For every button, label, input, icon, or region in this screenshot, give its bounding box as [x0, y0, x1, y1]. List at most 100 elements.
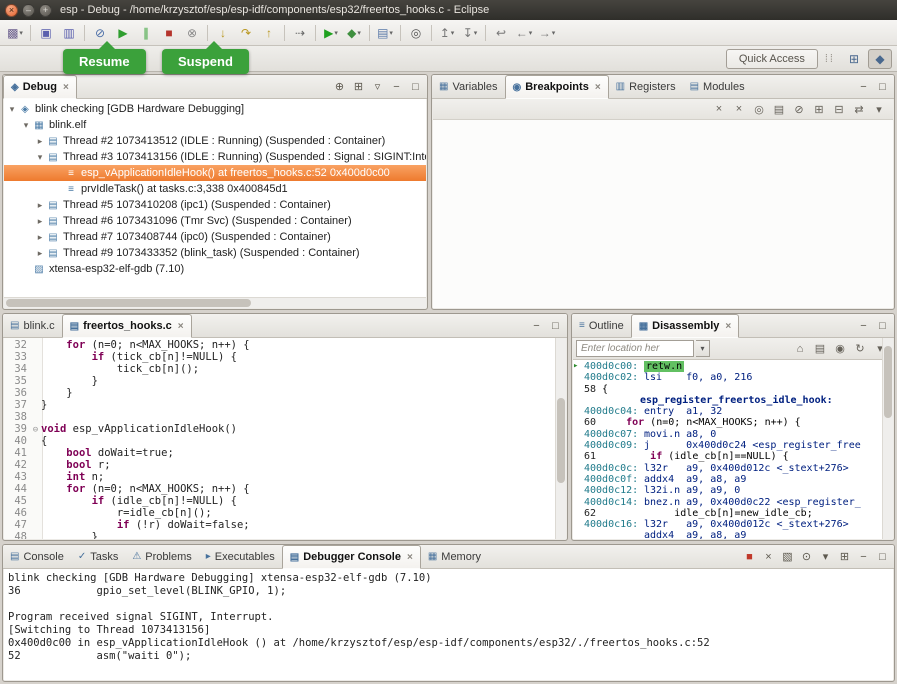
- disassembly-line[interactable]: esp_register_freertos_idle_hook:: [573, 395, 893, 406]
- scrollbar-thumb[interactable]: [6, 299, 251, 307]
- open-console-icon[interactable]: ⊞: [835, 547, 854, 566]
- disassembly-line[interactable]: 62 idle_cb[n]=new_idle_cb;: [573, 508, 893, 519]
- view-tab[interactable]: ▤ Console: [3, 545, 71, 568]
- open-perspective-button[interactable]: ⊞: [842, 49, 866, 69]
- previous-annotation-button[interactable]: ↥▾: [436, 22, 458, 44]
- view-tab[interactable]: ▤ Debugger Console ×: [282, 545, 421, 569]
- debug-tree-item[interactable]: ▨ xtensa-esp32-elf-gdb (7.10): [4, 261, 426, 277]
- close-icon[interactable]: ×: [63, 82, 69, 93]
- close-button[interactable]: ×: [5, 4, 18, 17]
- goto-file-for-breakpoint-icon[interactable]: ▤: [769, 100, 789, 118]
- code-line[interactable]: 46 r=idle_cb[n]();: [4, 507, 566, 519]
- new-wizard-button[interactable]: ▩▾: [4, 22, 26, 44]
- code-line[interactable]: 33 if (tick_cb[n]!=NULL) {: [4, 351, 566, 363]
- minimize-button[interactable]: –: [22, 4, 35, 17]
- link-with-debug-view-icon[interactable]: ⇄: [849, 100, 869, 118]
- quick-access-button[interactable]: Quick Access: [726, 49, 818, 69]
- view-tab[interactable]: ≡ Outline: [572, 314, 631, 337]
- code-line[interactable]: 37}: [4, 399, 566, 411]
- expand-arrow-icon[interactable]: ▾: [6, 104, 18, 115]
- debug-tree-item[interactable]: ▸ ▤ Thread #9 1073433352 (blink_task) (S…: [4, 245, 426, 261]
- display-selected-console-icon[interactable]: ▾: [816, 547, 835, 566]
- view-tab[interactable]: ⚠ Problems: [125, 545, 198, 568]
- step-return-button[interactable]: ↑: [258, 22, 280, 44]
- view-tab[interactable]: ◉ Breakpoints ×: [505, 75, 609, 99]
- disassembly-line[interactable]: addx4 a9, a8, a9: [573, 530, 893, 539]
- code-line[interactable]: 36 }: [4, 387, 566, 399]
- search-button[interactable]: ◎: [405, 22, 427, 44]
- disassembly-line[interactable]: 400d0c02:lsi f0, a0, 216: [573, 372, 893, 383]
- maximize-icon[interactable]: □: [873, 77, 892, 96]
- expand-arrow-icon[interactable]: ▸: [34, 248, 46, 259]
- maximize-icon[interactable]: □: [546, 316, 565, 335]
- disconnect-button[interactable]: ⊗: [181, 22, 203, 44]
- maximize-button[interactable]: +: [39, 4, 52, 17]
- disassembly-line[interactable]: 61 if (idle_cb[n]==NULL) {: [573, 451, 893, 462]
- editor-body[interactable]: 32 for (n=0; n<MAX_HOOKS; n++) {33 if (t…: [4, 338, 566, 539]
- editor-tab[interactable]: ▤ freertos_hooks.c ×: [62, 314, 192, 338]
- code-line[interactable]: 44 for (n=0; n<MAX_HOOKS; n++) {: [4, 483, 566, 495]
- expand-arrow-icon[interactable]: ▸: [34, 200, 46, 211]
- maximize-icon[interactable]: □: [873, 547, 892, 566]
- instruction-stepping-button[interactable]: ⇢: [289, 22, 311, 44]
- expand-all-icon[interactable]: ⊞: [809, 100, 829, 118]
- close-icon[interactable]: ×: [595, 82, 601, 93]
- run-button[interactable]: ▶▾: [320, 22, 342, 44]
- remove-all-breakpoints-icon[interactable]: ×: [729, 100, 749, 118]
- code-area[interactable]: 32 for (n=0; n<MAX_HOOKS; n++) {33 if (t…: [4, 338, 566, 539]
- minimize-icon[interactable]: −: [387, 77, 406, 96]
- next-annotation-button[interactable]: ↧▾: [459, 22, 481, 44]
- minimize-icon[interactable]: −: [854, 316, 873, 335]
- debug-button[interactable]: ◆▾: [343, 22, 365, 44]
- new-c-project-button[interactable]: ▤▾: [374, 22, 396, 44]
- code-line[interactable]: 47 if (!r) doWait=false;: [4, 519, 566, 531]
- debug-tree-item[interactable]: ▸ ▤ Thread #6 1073431096 (Tmr Svc) (Susp…: [4, 213, 426, 229]
- code-line[interactable]: 32 for (n=0; n<MAX_HOOKS; n++) {: [4, 339, 566, 351]
- view-tab[interactable]: ▦ Disassembly ×: [631, 314, 740, 338]
- expand-arrow-icon[interactable]: ▾: [20, 120, 32, 131]
- disassembly-line[interactable]: 400d0c16:l32r a9, 0x400d012c <_stext+276…: [573, 519, 893, 530]
- console-body[interactable]: blink checking [GDB Hardware Debugging] …: [4, 569, 893, 680]
- pin-console-icon[interactable]: ⊙: [797, 547, 816, 566]
- expand-arrow-icon[interactable]: ▸: [34, 232, 46, 243]
- view-tab[interactable]: ✓ Tasks: [71, 545, 126, 568]
- maximize-icon[interactable]: □: [873, 316, 892, 335]
- debug-tree-item[interactable]: ▾ ◈ blink checking [GDB Hardware Debuggi…: [4, 101, 426, 117]
- terminate-icon[interactable]: ■: [740, 547, 759, 566]
- clear-console-icon[interactable]: ▧: [778, 547, 797, 566]
- disassembly-line[interactable]: ▸400d0c00:retw.n: [573, 361, 893, 372]
- disassembly-line[interactable]: 400d0c0c:l32r a9, 0x400d012c <_stext+276…: [573, 463, 893, 474]
- forward-button[interactable]: →▾: [536, 22, 558, 44]
- expand-arrow-icon[interactable]: ▸: [34, 216, 46, 227]
- step-over-button[interactable]: ↷: [235, 22, 257, 44]
- disassembly-line[interactable]: 400d0c07:movi.n a8, 0: [573, 429, 893, 440]
- disassembly-line[interactable]: 400d0c0f:addx4 a9, a8, a9: [573, 474, 893, 485]
- suspend-button[interactable]: ∥: [135, 22, 157, 44]
- last-edit-location-button[interactable]: ↩: [490, 22, 512, 44]
- view-tab[interactable]: ▥ Registers: [609, 75, 683, 98]
- location-input[interactable]: [576, 340, 694, 357]
- close-icon[interactable]: ×: [725, 321, 731, 332]
- disassembly-line[interactable]: 400d0c12:l32i.n a9, a9, 0: [573, 485, 893, 496]
- view-tab[interactable]: ▦ Memory: [421, 545, 488, 568]
- disassembly-line[interactable]: 400d0c14:bnez.n a9, 0x400d0c22 <esp_regi…: [573, 497, 893, 508]
- editor-tab[interactable]: ▤ blink.c: [3, 314, 62, 337]
- connect-icon[interactable]: ⊕: [330, 77, 349, 96]
- expand-arrow-icon[interactable]: ▸: [34, 136, 46, 147]
- terminate-button[interactable]: ■: [158, 22, 180, 44]
- debug-horizontal-scrollbar[interactable]: [4, 297, 426, 308]
- view-layout-icon[interactable]: ⊞: [349, 77, 368, 96]
- location-dropdown-icon[interactable]: ▾: [696, 340, 710, 357]
- debug-tree-item[interactable]: ▸ ▤ Thread #7 1073408744 (ipc0) (Suspend…: [4, 229, 426, 245]
- view-tab[interactable]: ▸ Executables: [199, 545, 282, 568]
- code-line[interactable]: 45 if (idle_cb[n]!=NULL) {: [4, 495, 566, 507]
- disassembly-vertical-scrollbar[interactable]: [882, 338, 893, 539]
- code-line[interactable]: 35 }: [4, 375, 566, 387]
- show-source-icon[interactable]: ▤: [810, 340, 830, 358]
- expand-arrow-icon[interactable]: ▾: [34, 152, 46, 163]
- show-breakpoints-for-selected-icon[interactable]: ◎: [749, 100, 769, 118]
- code-line[interactable]: 42 bool r;: [4, 459, 566, 471]
- code-line[interactable]: 41 bool doWait=true;: [4, 447, 566, 459]
- debug-tree-item[interactable]: ▸ ▤ Thread #5 1073410208 (ipc1) (Suspend…: [4, 197, 426, 213]
- view-tab[interactable]: ▦ Variables: [432, 75, 505, 98]
